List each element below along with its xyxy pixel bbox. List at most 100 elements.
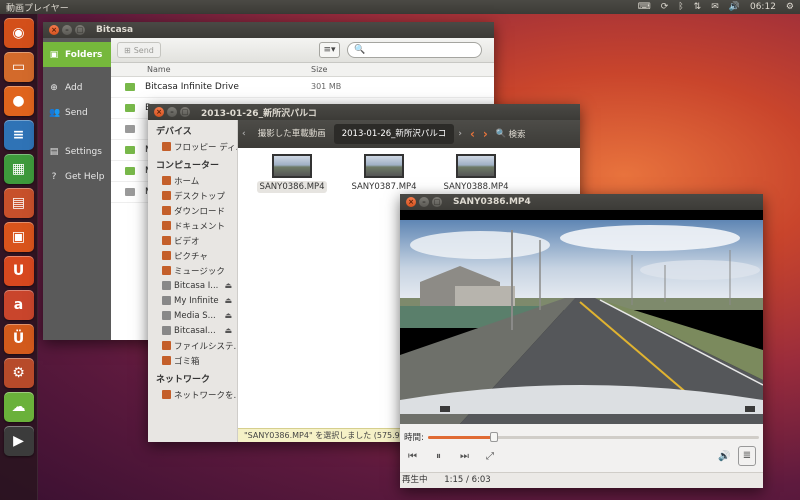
breadcrumb-parent[interactable]: 撮影した車載動画 xyxy=(250,124,334,144)
volume-icon[interactable]: 🔊 xyxy=(718,451,730,462)
maximize-icon[interactable]: □ xyxy=(432,197,442,207)
places-item-label: ピクチャ xyxy=(174,251,208,262)
eject-icon[interactable]: ⏏ xyxy=(224,326,237,335)
software-center-icon[interactable]: ▣ xyxy=(3,222,34,252)
amazon-icon[interactable]: a xyxy=(3,290,34,320)
column-name[interactable]: Name xyxy=(147,65,171,74)
next-icon[interactable]: ⏭ xyxy=(460,451,469,462)
impress-icon[interactable]: ▤ xyxy=(3,188,34,218)
folder-icon xyxy=(125,167,135,175)
network-header: ネットワーク xyxy=(156,375,211,385)
places-item[interactable]: ミュージック xyxy=(148,263,237,278)
search-button-label[interactable]: 検索 xyxy=(508,128,525,140)
send-button-label: Send xyxy=(133,45,154,55)
previous-icon[interactable]: ⏮ xyxy=(408,451,417,462)
file-item[interactable]: SANY0386.MP4 xyxy=(252,154,332,193)
sync-icon[interactable]: ⟳ xyxy=(661,2,669,12)
places-item[interactable]: ピクチャ xyxy=(148,248,237,263)
ubuntu-one-music-icon[interactable]: Ü xyxy=(3,324,34,354)
player-titlebar[interactable]: × – □ SANY0386.MP4 xyxy=(400,194,763,210)
search-input[interactable]: 🔍 xyxy=(347,42,482,58)
video-player-icon[interactable]: ▶ xyxy=(3,426,34,456)
send-icon: ⊞ xyxy=(124,45,131,55)
maximize-icon[interactable]: □ xyxy=(75,25,85,35)
place-icon xyxy=(162,142,171,151)
minimize-icon[interactable]: – xyxy=(62,25,72,35)
nav-send[interactable]: 👥 Send xyxy=(43,100,111,125)
pause-icon[interactable]: ⏸ xyxy=(436,451,441,462)
search-icon[interactable]: 🔍 xyxy=(496,129,507,139)
eject-icon[interactable]: ⏏ xyxy=(224,311,237,320)
session-gear-icon[interactable]: ⚙ xyxy=(786,2,794,12)
nav-add[interactable]: ⊕ Add xyxy=(43,75,111,100)
mail-icon[interactable]: ✉ xyxy=(711,2,719,12)
places-item[interactable]: ホーム xyxy=(148,173,237,188)
volume-icon[interactable]: 🔊 xyxy=(729,2,740,12)
nav-folders[interactable]: ▣ Folders xyxy=(43,42,111,67)
places-item[interactable]: ファイルシステ... xyxy=(148,338,237,353)
file-item[interactable]: SANY0388.MP4 xyxy=(436,154,516,192)
keyboard-icon[interactable]: ⌨ xyxy=(638,2,651,12)
file-item[interactable]: SANY0387.MP4 xyxy=(344,154,424,192)
minimize-icon[interactable]: – xyxy=(419,197,429,207)
network-icon[interactable]: ⇅ xyxy=(694,2,702,12)
settings-icon[interactable]: ⚙ xyxy=(3,358,34,388)
add-icon: ⊕ xyxy=(50,82,58,93)
nav-folders-label: Folders xyxy=(65,49,103,60)
firefox-icon[interactable]: ● xyxy=(3,86,34,116)
seek-bar[interactable] xyxy=(428,432,759,442)
breadcrumb-current[interactable]: 2013-01-26_新所沢パルコ xyxy=(333,124,455,144)
seek-handle[interactable] xyxy=(490,432,499,442)
places-item[interactable]: フロッピー ディ... xyxy=(148,139,237,154)
clock[interactable]: 06:12 xyxy=(750,2,776,12)
places-item[interactable]: Bitcasa I... ⏏ xyxy=(148,278,237,293)
nav-add-label: Add xyxy=(65,82,83,93)
video-frame[interactable] xyxy=(400,210,763,424)
minimize-icon[interactable]: – xyxy=(167,107,177,117)
eject-icon[interactable]: ⏏ xyxy=(224,296,237,305)
forward-icon[interactable]: › xyxy=(479,127,492,141)
places-item[interactable]: ドキュメント xyxy=(148,218,237,233)
places-sidebar: デバイス フロッピー ディ... コンピューター ホーム デスクトップ ダウンロード ドキュ… xyxy=(148,120,238,442)
path-right-arrow-icon[interactable]: › xyxy=(454,129,466,139)
playback-state: 再生中 xyxy=(402,475,428,485)
column-size[interactable]: Size xyxy=(311,65,327,74)
places-item[interactable]: ゴミ箱 xyxy=(148,353,237,368)
places-item[interactable]: BitcasaI... ⏏ xyxy=(148,323,237,338)
ubuntu-dash-icon[interactable]: ◉ xyxy=(3,18,34,48)
playlist-menu-icon[interactable]: ≣ xyxy=(738,446,756,466)
writer-icon[interactable]: ≡ xyxy=(3,120,34,150)
places-item[interactable]: ダウンロード xyxy=(148,203,237,218)
places-item[interactable]: My Infinite ⏏ xyxy=(148,293,237,308)
bitcasa-titlebar[interactable]: × – □ Bitcasa xyxy=(43,22,494,38)
place-icon xyxy=(162,206,171,215)
back-icon[interactable]: ‹ xyxy=(466,127,479,141)
file-manager-titlebar[interactable]: × – □ 2013-01-26_新所沢パルコ xyxy=(148,104,580,120)
file-list-row[interactable]: Bitcasa Infinite Drive 301 MB xyxy=(111,77,494,98)
fullscreen-icon[interactable]: ⤢ xyxy=(486,451,494,462)
files-icon[interactable]: ▭ xyxy=(3,52,34,82)
search-icon: 🔍 xyxy=(354,45,366,55)
path-left-arrow-icon[interactable]: ‹ xyxy=(238,129,250,139)
places-item-label: ゴミ箱 xyxy=(174,356,200,367)
eject-icon[interactable]: ⏏ xyxy=(224,281,237,290)
close-icon[interactable]: × xyxy=(154,107,164,117)
close-icon[interactable]: × xyxy=(49,25,59,35)
ubuntu-one-icon[interactable]: U xyxy=(3,256,34,286)
place-icon xyxy=(162,266,171,275)
nav-settings[interactable]: ▤ Settings xyxy=(43,139,111,164)
places-item[interactable]: ビデオ xyxy=(148,233,237,248)
places-item[interactable]: デスクトップ xyxy=(148,188,237,203)
places-item-label: Bitcasa I... xyxy=(174,280,219,291)
calc-icon[interactable]: ▦ xyxy=(3,154,34,184)
folder-icon xyxy=(125,104,135,112)
send-button[interactable]: ⊞ Send xyxy=(117,42,161,58)
close-icon[interactable]: × xyxy=(406,197,416,207)
view-menu-button[interactable]: ≡▾ xyxy=(319,42,340,58)
bitcasa-icon[interactable]: ☁ xyxy=(3,392,34,422)
maximize-icon[interactable]: □ xyxy=(180,107,190,117)
places-item[interactable]: ネットワークを... xyxy=(148,387,237,402)
bluetooth-icon[interactable]: ᛒ xyxy=(678,2,683,12)
places-item[interactable]: Media S... ⏏ xyxy=(148,308,237,323)
nav-help[interactable]: ? Get Help xyxy=(43,164,111,189)
